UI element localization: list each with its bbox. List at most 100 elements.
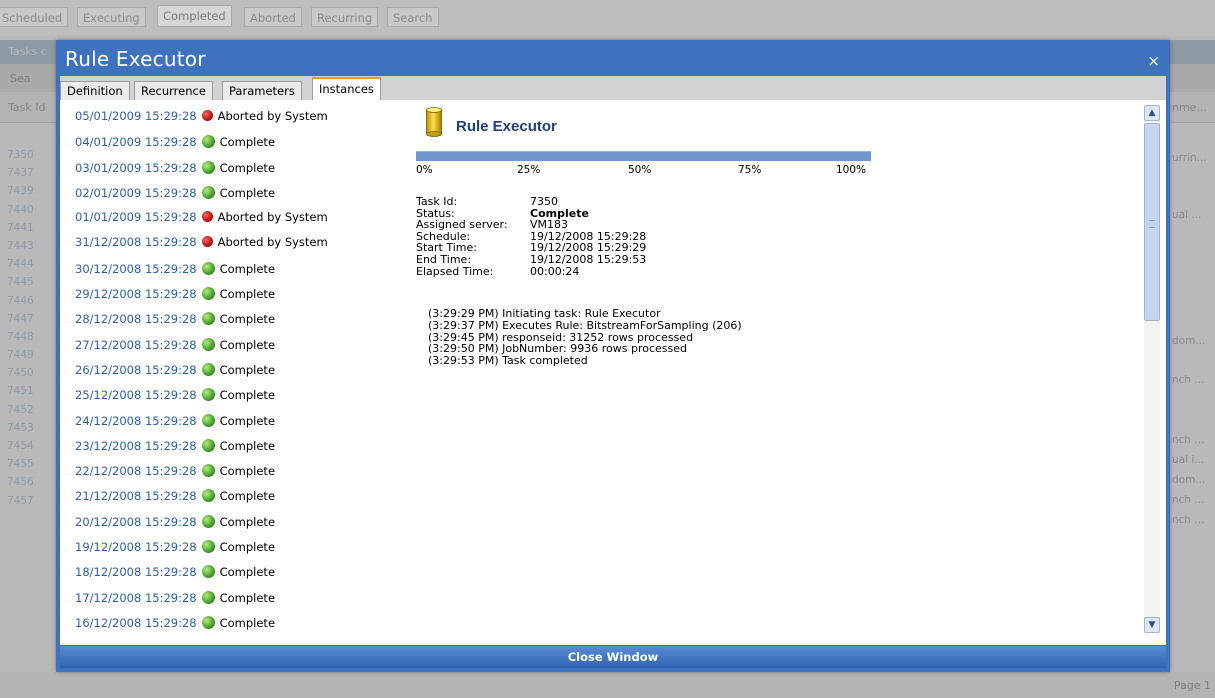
instance-row[interactable]: 18/12/2008 15:29:28 Complete <box>75 565 375 590</box>
instance-list: 05/01/2009 15:29:28 Aborted by System 04/0… <box>75 110 375 641</box>
instance-row[interactable]: 22/12/2008 15:29:28 Complete <box>75 464 375 489</box>
bg-name-fragment: nch ... <box>1172 374 1205 386</box>
instance-status: Aborted by System <box>217 109 328 123</box>
tab-definition[interactable]: Definition <box>60 81 130 100</box>
close-icon[interactable]: × <box>1147 52 1160 70</box>
aborted-status-icon <box>201 236 213 248</box>
instance-date-link[interactable]: 01/01/2009 15:29:28 <box>75 210 197 224</box>
bg-tab-search: Search <box>387 7 439 27</box>
instance-date-link[interactable]: 16/12/2008 15:29:28 <box>75 616 197 630</box>
instance-row[interactable]: 26/12/2008 15:29:28 Complete <box>75 362 375 388</box>
complete-status-icon <box>201 514 215 528</box>
scroll-up-icon[interactable]: ▲ <box>1144 105 1160 121</box>
progress-tick: 75% <box>738 164 762 176</box>
instance-date-link[interactable]: 23/12/2008 15:29:28 <box>75 439 197 453</box>
bg-task-id: 7455 <box>7 458 34 471</box>
instance-row[interactable]: 25/12/2008 15:29:28 Complete <box>75 388 375 413</box>
instance-status: Complete <box>219 565 276 580</box>
instance-date-link[interactable]: 18/12/2008 15:29:28 <box>75 565 197 579</box>
bg-task-id: 7457 <box>7 494 34 507</box>
tab-parameters[interactable]: Parameters <box>222 81 302 100</box>
instance-status: Complete <box>219 135 276 150</box>
task-info: Task Id: 7350 Status: Complete Assigned serv… <box>416 196 646 277</box>
close-window-button[interactable]: Close Window <box>60 646 1166 668</box>
instance-status: Complete <box>219 489 276 504</box>
instance-row[interactable]: 28/12/2008 15:29:28 Complete <box>75 312 375 337</box>
database-icon <box>426 107 442 137</box>
instance-date-link[interactable]: 05/01/2009 15:29:28 <box>75 109 197 123</box>
instance-date-link[interactable]: 03/01/2009 15:29:28 <box>75 161 197 175</box>
complete-status-icon <box>201 413 215 427</box>
instance-row[interactable]: 16/12/2008 15:29:28 Complete <box>75 615 375 641</box>
complete-status-icon <box>201 185 215 199</box>
bg-name-fragment: nch ... <box>1172 494 1205 506</box>
bg-panel-title: Tasks c <box>8 45 48 58</box>
instance-row[interactable]: 19/12/2008 15:29:28 Complete <box>75 540 375 565</box>
complete-status-icon <box>201 337 215 351</box>
instance-row[interactable]: 23/12/2008 15:29:28 Complete <box>75 438 375 464</box>
bg-name-fragment: ual i... <box>1172 454 1205 466</box>
instance-row[interactable]: 29/12/2008 15:29:28 Complete <box>75 287 375 312</box>
progress-tick: 0% <box>416 164 433 176</box>
tab-recurrence[interactable]: Recurrence <box>134 81 213 100</box>
instance-row[interactable]: 20/12/2008 15:29:28 Complete <box>75 514 375 540</box>
instance-status: Aborted by System <box>217 235 328 250</box>
instance-date-link[interactable]: 22/12/2008 15:29:28 <box>75 464 197 478</box>
instance-date-link[interactable]: 04/01/2009 15:29:28 <box>75 135 197 149</box>
vertical-scrollbar[interactable]: ▲ ▼ <box>1144 105 1160 633</box>
background-pager: Page 1 <box>0 672 1215 698</box>
instance-row[interactable]: 04/01/2009 15:29:28 Complete <box>75 135 375 160</box>
instance-date-link[interactable]: 19/12/2008 15:29:28 <box>75 540 197 554</box>
info-label: End Time: <box>416 252 472 266</box>
scrollbar-thumb[interactable] <box>1144 123 1160 321</box>
bg-page-label: Page 1 <box>1173 679 1211 692</box>
instance-row[interactable]: 02/01/2009 15:29:28 Complete <box>75 185 375 211</box>
instance-row[interactable]: 03/01/2009 15:29:28 Complete <box>75 160 375 186</box>
instance-date-link[interactable]: 27/12/2008 15:29:28 <box>75 338 197 352</box>
log-line: (3:29:53 PM) Task completed <box>428 354 588 368</box>
complete-status-icon <box>201 615 215 629</box>
instance-date-link[interactable]: 31/12/2008 15:29:28 <box>75 235 197 249</box>
progress-bar <box>416 151 871 161</box>
instance-row[interactable]: 31/12/2008 15:29:28 Aborted by System <box>75 236 375 261</box>
instance-row[interactable]: 24/12/2008 15:29:28 Complete <box>75 413 375 439</box>
aborted-status-icon <box>201 211 213 223</box>
instance-status: Complete <box>219 438 276 453</box>
progress-tick: 100% <box>836 164 867 176</box>
instance-row[interactable]: 27/12/2008 15:29:28 Complete <box>75 337 375 363</box>
instance-date-link[interactable]: 20/12/2008 15:29:28 <box>75 515 197 529</box>
complete-status-icon <box>201 362 215 376</box>
instance-status: Complete <box>219 464 276 479</box>
log-line: (3:29:37 PM) Executes Rule: BitstreamFor… <box>428 318 742 332</box>
instance-row[interactable]: 21/12/2008 15:29:28 Complete <box>75 489 375 514</box>
instance-row[interactable]: 17/12/2008 15:29:28 Complete <box>75 590 375 616</box>
instance-status: Complete <box>219 413 276 428</box>
instance-date-link[interactable]: 29/12/2008 15:29:28 <box>75 287 197 301</box>
instance-date-link[interactable]: 24/12/2008 15:29:28 <box>75 414 197 428</box>
instance-date-link[interactable]: 21/12/2008 15:29:28 <box>75 489 197 503</box>
background-task-id-list: 7350 7437 7439 7440 7441 7443 7444 7445 … <box>7 146 34 510</box>
instance-date-link[interactable]: 26/12/2008 15:29:28 <box>75 363 197 377</box>
instance-status: Complete <box>219 185 276 200</box>
scroll-down-icon[interactable]: ▼ <box>1144 617 1160 633</box>
bg-column-name: nme... <box>1172 101 1207 114</box>
instance-date-link[interactable]: 02/01/2009 15:29:28 <box>75 186 197 200</box>
instance-row[interactable]: 01/01/2009 15:29:28 Aborted by System <box>75 211 375 236</box>
complete-status-icon <box>201 438 215 452</box>
bg-name-fragment: dom... <box>1172 474 1206 486</box>
bg-task-id: 7456 <box>7 476 34 489</box>
rule-executor-dialog: Rule Executor × Definition Recurrence Pa… <box>56 40 1170 672</box>
info-label: Task Id: <box>416 195 458 208</box>
info-row: Elapsed Time: 00:00:24 <box>416 265 646 278</box>
instance-row[interactable]: 30/12/2008 15:29:28 Complete <box>75 261 375 287</box>
bg-task-id: 7447 <box>7 312 34 325</box>
instance-date-link[interactable]: 17/12/2008 15:29:28 <box>75 591 197 605</box>
instance-date-link[interactable]: 30/12/2008 15:29:28 <box>75 262 197 276</box>
bg-task-id: 7452 <box>7 403 34 416</box>
instance-row[interactable]: 05/01/2009 15:29:28 Aborted by System <box>75 110 375 135</box>
instance-date-link[interactable]: 25/12/2008 15:29:28 <box>75 388 197 402</box>
instance-date-link[interactable]: 28/12/2008 15:29:28 <box>75 312 197 326</box>
dialog-tab-bar: Definition Recurrence Parameters Instanc… <box>60 76 1166 100</box>
complete-status-icon <box>201 312 215 326</box>
tab-instances[interactable]: Instances <box>312 77 381 100</box>
